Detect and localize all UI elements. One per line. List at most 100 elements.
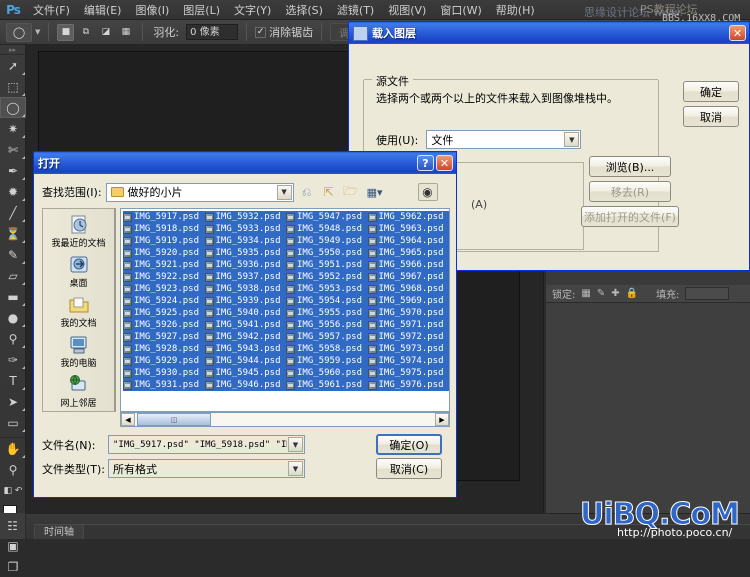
- file-list-item[interactable]: IMG_5972.psd: [368, 331, 450, 343]
- file-list-item[interactable]: IMG_5961.psd: [286, 379, 368, 391]
- file-list-item[interactable]: IMG_5962.psd: [368, 211, 450, 223]
- new-selection-icon[interactable]: ■: [57, 24, 74, 41]
- file-list-item[interactable]: IMG_5966.psd: [368, 259, 450, 271]
- help-icon[interactable]: ?: [417, 155, 434, 171]
- add-to-selection-icon[interactable]: ⧉: [77, 24, 94, 41]
- file-list-item[interactable]: IMG_5964.psd: [368, 235, 450, 247]
- scroll-thumb[interactable]: ◫: [137, 413, 211, 426]
- file-list-item[interactable]: IMG_5931.psd: [123, 379, 205, 391]
- tool-pen[interactable]: ✑: [0, 349, 26, 370]
- place-recent-documents[interactable]: 我最近的文档: [43, 209, 114, 249]
- filename-combo[interactable]: "IMG_5917.psd" "IMG_5918.psd" "IMG_59 ▼: [108, 435, 305, 454]
- tool-history-brush[interactable]: ✎: [0, 244, 26, 265]
- file-list-item[interactable]: IMG_5930.psd: [123, 367, 205, 379]
- tool-brush[interactable]: ╱: [0, 202, 26, 223]
- tool-gradient[interactable]: ▬: [0, 286, 26, 307]
- tool-crop[interactable]: ✄: [0, 139, 26, 160]
- tool-lasso[interactable]: ◯: [0, 97, 26, 118]
- file-list-item[interactable]: IMG_5975.psd: [368, 367, 450, 379]
- intersect-selection-icon[interactable]: ▦: [117, 24, 134, 41]
- file-list-item[interactable]: IMG_5960.psd: [286, 367, 368, 379]
- use-select[interactable]: 文件 ▼: [426, 130, 581, 149]
- file-list-item[interactable]: IMG_5958.psd: [286, 343, 368, 355]
- file-list-item[interactable]: IMG_5935.psd: [205, 247, 287, 259]
- file-list-item[interactable]: IMG_5974.psd: [368, 355, 450, 367]
- chevron-down-icon[interactable]: ▼: [564, 132, 579, 147]
- file-list-item[interactable]: IMG_5956.psd: [286, 319, 368, 331]
- tool-zoom[interactable]: ⚲: [0, 459, 26, 480]
- menu-view[interactable]: 视图(V): [381, 0, 433, 20]
- file-list-item[interactable]: IMG_5970.psd: [368, 307, 450, 319]
- scroll-track[interactable]: ◫: [135, 413, 435, 426]
- file-list-item[interactable]: IMG_5941.psd: [205, 319, 287, 331]
- filename-input[interactable]: "IMG_5917.psd" "IMG_5918.psd" "IMG_59: [109, 440, 287, 450]
- file-list-item[interactable]: IMG_5945.psd: [205, 367, 287, 379]
- file-list-item[interactable]: IMG_5947.psd: [286, 211, 368, 223]
- tool-rectangle-shape[interactable]: ▭: [0, 412, 26, 433]
- ok-button[interactable]: 确定: [683, 81, 739, 102]
- tools-panel-grip[interactable]: ▸▸: [0, 45, 25, 55]
- fill-input[interactable]: [685, 287, 729, 300]
- menu-edit[interactable]: 编辑(E): [77, 0, 129, 20]
- tool-hand[interactable]: ✋: [0, 438, 26, 459]
- file-list[interactable]: IMG_5917.psdIMG_5918.psdIMG_5919.psdIMG_…: [120, 208, 450, 412]
- lock-all-icon[interactable]: 🔒: [626, 288, 638, 299]
- back-icon[interactable]: ⎌: [298, 183, 316, 201]
- chevron-down-icon[interactable]: ▼: [288, 461, 303, 476]
- file-list-item[interactable]: IMG_5919.psd: [123, 235, 205, 247]
- menu-image[interactable]: 图像(I): [128, 0, 176, 20]
- scroll-right-icon[interactable]: ▶: [435, 413, 449, 426]
- menu-select[interactable]: 选择(S): [278, 0, 330, 20]
- file-list-item[interactable]: IMG_5949.psd: [286, 235, 368, 247]
- file-list-item[interactable]: IMG_5924.psd: [123, 295, 205, 307]
- subtract-from-selection-icon[interactable]: ◪: [97, 24, 114, 41]
- file-list-item[interactable]: IMG_5936.psd: [205, 259, 287, 271]
- menu-window[interactable]: 窗口(W): [433, 0, 488, 20]
- file-list-item[interactable]: IMG_5938.psd: [205, 283, 287, 295]
- file-list-item[interactable]: IMG_5922.psd: [123, 271, 205, 283]
- file-list-item[interactable]: IMG_5923.psd: [123, 283, 205, 295]
- file-list-item[interactable]: IMG_5920.psd: [123, 247, 205, 259]
- tool-eraser[interactable]: ▱: [0, 265, 26, 286]
- menu-help[interactable]: 帮助(H): [489, 0, 542, 20]
- file-list-item[interactable]: IMG_5918.psd: [123, 223, 205, 235]
- file-list-item[interactable]: IMG_5946.psd: [205, 379, 287, 391]
- chevron-down-icon[interactable]: ▼: [277, 185, 292, 200]
- file-list-item[interactable]: IMG_5926.psd: [123, 319, 205, 331]
- go-to-bridge-icon[interactable]: ☷: [0, 513, 26, 539]
- filetype-select[interactable]: 所有格式 ▼: [108, 459, 305, 478]
- tool-magic-wand[interactable]: ✷: [0, 118, 26, 139]
- tool-dodge[interactable]: ⚲: [0, 328, 26, 349]
- place-desktop[interactable]: 桌面: [43, 249, 114, 289]
- file-list-item[interactable]: IMG_5969.psd: [368, 295, 450, 307]
- layers-list[interactable]: [546, 303, 750, 513]
- load-layers-title-bar[interactable]: 载入图层 ✕: [349, 22, 749, 44]
- file-list-item[interactable]: IMG_5957.psd: [286, 331, 368, 343]
- menu-file[interactable]: 文件(F): [26, 0, 77, 20]
- views-icon[interactable]: ▦▾: [364, 183, 386, 201]
- file-list-item[interactable]: IMG_5939.psd: [205, 295, 287, 307]
- tool-marquee[interactable]: ⬚: [0, 76, 26, 97]
- default-colors-icon[interactable]: ◧ ↶: [0, 480, 26, 501]
- place-network-places[interactable]: 网上邻居: [43, 369, 114, 409]
- place-my-computer[interactable]: 我的电脑: [43, 329, 114, 369]
- file-list-item[interactable]: IMG_5951.psd: [286, 259, 368, 271]
- add-open-files-button[interactable]: 添加打开的文件(F): [581, 206, 679, 227]
- lock-position-icon[interactable]: ✚: [611, 288, 619, 299]
- file-list-item[interactable]: IMG_5954.psd: [286, 295, 368, 307]
- file-list-hscrollbar[interactable]: ◀ ◫ ▶: [120, 412, 450, 427]
- chevron-down-icon[interactable]: ▼: [288, 437, 303, 452]
- file-list-item[interactable]: IMG_5973.psd: [368, 343, 450, 355]
- file-list-item[interactable]: IMG_5932.psd: [205, 211, 287, 223]
- place-my-documents[interactable]: 我的文档: [43, 289, 114, 329]
- file-list-item[interactable]: IMG_5944.psd: [205, 355, 287, 367]
- file-list-item[interactable]: IMG_5933.psd: [205, 223, 287, 235]
- file-list-item[interactable]: IMG_5940.psd: [205, 307, 287, 319]
- close-icon[interactable]: ✕: [436, 155, 453, 171]
- tool-path-selection[interactable]: ➤: [0, 391, 26, 412]
- file-list-item[interactable]: IMG_5942.psd: [205, 331, 287, 343]
- file-list-item[interactable]: IMG_5925.psd: [123, 307, 205, 319]
- file-list-item[interactable]: IMG_5917.psd: [123, 211, 205, 223]
- file-list-item[interactable]: IMG_5953.psd: [286, 283, 368, 295]
- close-icon[interactable]: ✕: [729, 25, 746, 41]
